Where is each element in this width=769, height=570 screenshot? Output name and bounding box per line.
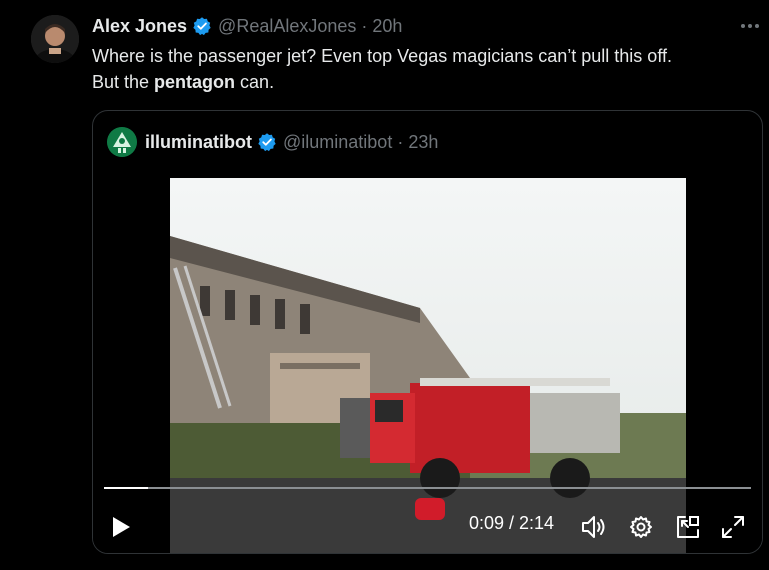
verified-badge-icon — [257, 132, 277, 152]
video-timecode: 0:09 / 2:14 — [469, 513, 555, 533]
video-progress-bar[interactable] — [104, 487, 751, 489]
picture-in-picture-icon[interactable] — [673, 512, 703, 542]
author-handle[interactable]: @RealAlexJones — [218, 16, 356, 37]
post-timestamp[interactable]: 20h — [372, 16, 402, 37]
volume-icon[interactable] — [579, 512, 609, 542]
author-name[interactable]: Alex Jones — [92, 16, 187, 37]
post-text-bold: pentagon — [154, 72, 236, 92]
author-avatar[interactable] — [31, 15, 79, 63]
quoted-post-header: illuminatibot @iluminatibot · 23h — [107, 127, 438, 157]
video-progress-fill — [104, 487, 148, 489]
post-header: Alex Jones @RealAlexJones · 20h — [92, 14, 402, 38]
quoted-post[interactable]: illuminatibot @iluminatibot · 23h 0:09 /… — [92, 110, 763, 554]
more-icon[interactable] — [736, 14, 764, 38]
quoted-timestamp[interactable]: 23h — [408, 132, 438, 153]
post-text: Where is the passenger jet? Even top Veg… — [92, 43, 752, 95]
separator-dot: · — [361, 15, 368, 36]
quoted-author-avatar[interactable] — [107, 127, 137, 157]
post-text-pre: But the — [92, 72, 155, 92]
fullscreen-icon[interactable] — [718, 512, 748, 542]
video-frame[interactable] — [170, 178, 686, 553]
post-text-post: can. — [235, 72, 275, 92]
quoted-author-handle[interactable]: @iluminatibot — [283, 132, 392, 153]
gear-icon[interactable] — [626, 512, 656, 542]
post-text-line-2: But the pentagon can. — [92, 69, 752, 95]
separator-dot: · — [397, 131, 404, 152]
post-text-line-1: Where is the passenger jet? Even top Veg… — [92, 46, 672, 66]
play-icon[interactable] — [107, 512, 135, 542]
quoted-author-name[interactable]: illuminatibot — [145, 132, 252, 153]
verified-badge-icon — [192, 16, 212, 36]
video-player[interactable]: 0:09 / 2:14 — [93, 177, 762, 553]
